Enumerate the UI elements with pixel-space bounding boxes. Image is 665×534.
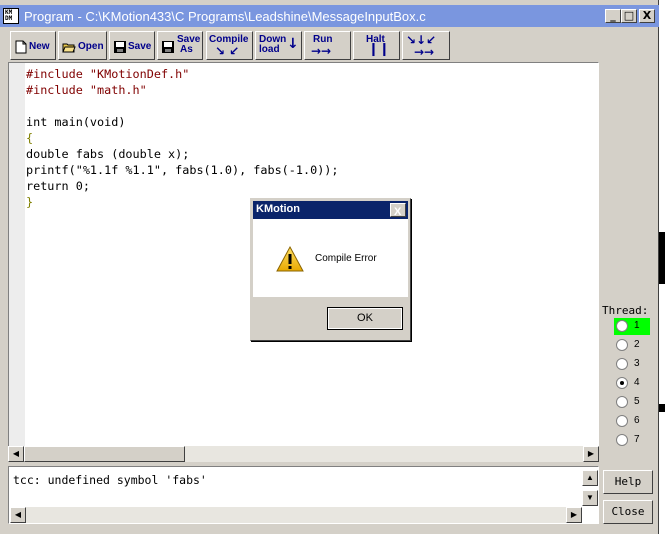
floppy-disk-icon <box>162 41 174 53</box>
scroll-right-button[interactable]: ▶ <box>583 446 599 462</box>
code-line: #include "KMotionDef.h" <box>26 67 190 81</box>
save-as-button[interactable]: Save As <box>157 31 203 60</box>
thread-number: 3 <box>634 358 640 369</box>
dialog-message: Compile Error <box>315 253 377 264</box>
open-folder-icon <box>62 43 76 53</box>
open-button[interactable]: Open <box>58 31 107 60</box>
dialog-titlebar[interactable]: KMotion X <box>253 201 408 219</box>
close-button[interactable]: Close <box>603 500 653 524</box>
output-text: tcc: undefined symbol 'fabs' <box>13 473 207 487</box>
thread-number: 1 <box>634 320 640 331</box>
thread-radio-7[interactable]: 7 <box>614 432 650 449</box>
radio-button-icon[interactable] <box>616 339 628 351</box>
thread-number: 4 <box>634 377 640 388</box>
compile-button[interactable]: Compile ↘ ↙ <box>206 31 253 60</box>
open-label: Open <box>78 41 104 52</box>
minimize-icon: _ <box>610 9 616 22</box>
maximize-button[interactable]: □ <box>621 9 637 23</box>
ok-button[interactable]: OK <box>327 307 403 330</box>
new-label: New <box>29 41 50 52</box>
halt-button[interactable]: Halt ❙❙ <box>353 31 400 60</box>
close-window-button[interactable]: X <box>639 9 655 23</box>
radio-button-icon[interactable] <box>616 396 628 408</box>
program-window: KM DM Program - C:\KMotion433\C Programs\… <box>0 0 659 534</box>
save-as-line2: As <box>180 44 193 55</box>
minimize-button[interactable]: _ <box>605 9 621 23</box>
compile-download-run-button[interactable]: ↘↓↙ →→ <box>402 31 450 60</box>
warning-icon <box>276 245 304 272</box>
output-horizontal-scrollbar[interactable]: ◀ ▶ <box>10 507 582 523</box>
help-button[interactable]: Help <box>603 470 653 494</box>
new-file-icon <box>15 40 27 54</box>
radio-button-icon[interactable] <box>616 377 628 389</box>
thread-number: 7 <box>634 434 640 445</box>
code-line: } <box>26 195 34 209</box>
editor-gutter <box>9 63 25 446</box>
floppy-disk-icon <box>114 41 126 53</box>
save-label: Save <box>128 41 152 52</box>
run-arrows-icon: →→ <box>414 45 435 59</box>
code-text[interactable]: #include "KMotionDef.h" #include "math.h… <box>26 66 339 210</box>
download-button[interactable]: Down load ↓ <box>255 31 302 60</box>
thread-number: 2 <box>634 339 640 350</box>
run-button[interactable]: Run →→ <box>304 31 351 60</box>
scroll-left-button[interactable]: ◀ <box>8 446 24 462</box>
output-scroll-up-button[interactable]: ▲ <box>582 470 598 486</box>
thread-radio-1[interactable]: 1 <box>614 318 650 335</box>
code-line: printf("%1.1f %1.1", fabs(1.0), fabs(-1.… <box>26 163 339 177</box>
new-button[interactable]: New <box>10 31 56 60</box>
dialog-title: KMotion <box>256 203 300 215</box>
maximize-icon: □ <box>623 9 635 22</box>
thread-radio-5[interactable]: 5 <box>614 394 650 411</box>
output-scroll-down-button[interactable]: ▼ <box>582 490 598 506</box>
kmotion-app-icon[interactable]: KM DM <box>3 8 19 24</box>
save-as-label: Save As <box>177 35 200 55</box>
dialog-body: Compile Error <box>253 219 408 297</box>
thread-label: Thread: <box>602 304 649 317</box>
output-scroll-left-button[interactable]: ◀ <box>10 507 26 523</box>
thread-radio-2[interactable]: 2 <box>614 337 650 354</box>
thread-number: 5 <box>634 396 640 407</box>
background-edge <box>659 232 665 284</box>
dialog-close-button[interactable]: X <box>390 203 406 218</box>
thread-radio-3[interactable]: 3 <box>614 356 650 373</box>
code-line: #include "math.h" <box>26 83 147 97</box>
close-icon: X <box>394 206 402 218</box>
save-button[interactable]: Save <box>109 31 155 60</box>
window-titlebar[interactable]: KM DM Program - C:\KMotion433\C Programs\… <box>0 5 659 27</box>
window-title: Program - C:\KMotion433\C Programs\Leads… <box>24 9 426 24</box>
radio-button-icon[interactable] <box>616 358 628 370</box>
download-arrow-icon: ↓ <box>287 36 299 52</box>
thread-number: 6 <box>634 415 640 426</box>
compile-arrows-icon: ↘ ↙ <box>215 44 240 58</box>
thread-radio-6[interactable]: 6 <box>614 413 650 430</box>
run-arrows-icon: →→ <box>311 44 332 58</box>
background-edge <box>659 404 665 412</box>
thread-radio-4[interactable]: 4 <box>614 375 650 392</box>
halt-bars-icon: ❙❙ <box>368 42 390 57</box>
code-line: double fabs (double x); <box>26 147 190 161</box>
radio-button-icon[interactable] <box>616 320 628 332</box>
radio-button-icon[interactable] <box>616 434 628 446</box>
download-line2: load <box>259 44 280 55</box>
code-line: int main(void) <box>26 115 126 129</box>
radio-button-icon[interactable] <box>616 415 628 427</box>
scrollbar-thumb[interactable] <box>24 446 185 462</box>
close-icon: X <box>642 9 652 22</box>
output-scroll-right-button[interactable]: ▶ <box>566 507 582 523</box>
editor-horizontal-scrollbar[interactable]: ◀ ▶ <box>8 446 599 462</box>
download-label: Down load <box>259 35 286 55</box>
code-line: { <box>26 131 34 145</box>
kmotion-message-dialog: KMotion X Compile Error OK <box>250 198 411 341</box>
code-line: return 0; <box>26 179 90 193</box>
